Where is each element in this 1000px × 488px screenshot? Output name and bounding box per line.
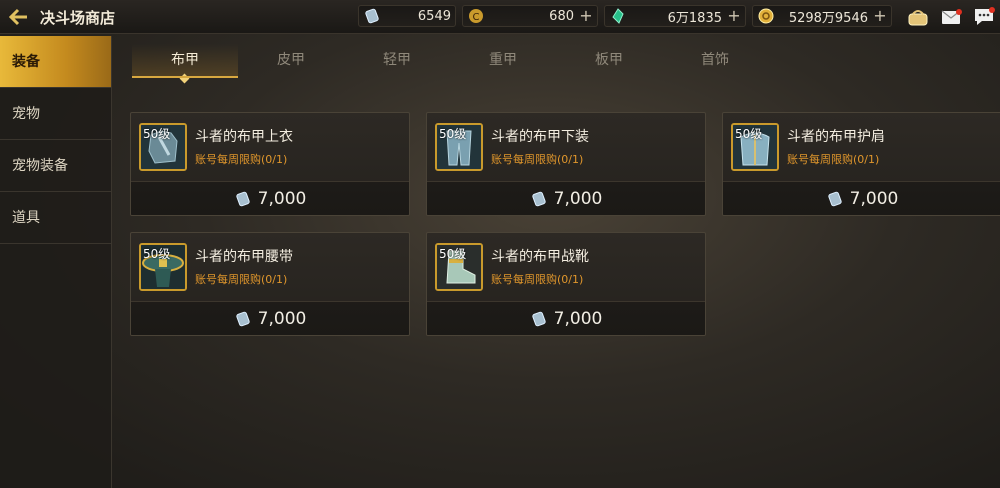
item-name: 斗者的布甲上衣	[195, 129, 293, 145]
treasure-bag-icon	[908, 10, 928, 26]
mail-button[interactable]	[940, 5, 964, 29]
tab-label: 布甲	[171, 52, 199, 68]
crystal-ticket-icon	[530, 310, 548, 328]
add-currency-button[interactable]: +	[726, 8, 742, 24]
bag-button[interactable]	[906, 5, 930, 29]
price-row: 7,000	[131, 181, 409, 215]
shop-item-card[interactable]: 50级 斗者的布甲护肩 账号每周限购(0/1) 7,000	[722, 112, 1000, 216]
cloth-pants-icon: 50级	[435, 123, 483, 171]
price-row: 7,000	[131, 301, 409, 335]
cloth-shoulder-icon: 50级	[731, 123, 779, 171]
crystal-ticket-icon	[234, 310, 252, 328]
item-level: 50级	[143, 127, 171, 141]
add-currency-button[interactable]: +	[872, 8, 888, 24]
sidebar-item-pet-equipment[interactable]: 宠物装备	[0, 140, 111, 192]
item-price: 7,000	[553, 308, 603, 329]
price-row: 7,000	[427, 301, 705, 335]
tab-plate[interactable]: 板甲	[556, 44, 662, 78]
tab-heavy[interactable]: 重甲	[450, 44, 556, 78]
currency-value: 6549	[417, 8, 451, 24]
currency-gold: 5298万9546 +	[752, 5, 892, 27]
gold-coin-c-icon: C	[467, 7, 485, 25]
cloth-top-icon: 50级	[139, 123, 187, 171]
currency-value: 5298万9546	[788, 10, 868, 26]
currency-coin-c: C 680 +	[462, 5, 598, 27]
svg-text:C: C	[473, 12, 480, 23]
purchase-limit: 账号每周限购(0/1)	[491, 153, 584, 166]
price-row: 7,000	[723, 181, 1000, 215]
shop-item-card[interactable]: 50级 斗者的布甲上衣 账号每周限购(0/1) 7,000	[130, 112, 410, 216]
crystal-ticket-icon	[363, 7, 381, 25]
sidebar-item-items[interactable]: 道具	[0, 192, 111, 244]
price-row: 7,000	[427, 181, 705, 215]
item-level: 50级	[439, 247, 467, 261]
mail-icon	[941, 9, 962, 24]
green-gem-icon	[609, 7, 627, 25]
sidebar-item-pets[interactable]: 宠物	[0, 88, 111, 140]
item-name: 斗者的布甲腰带	[195, 249, 293, 265]
purchase-limit: 账号每周限购(0/1)	[787, 153, 880, 166]
sidebar-item-equipment[interactable]: 装备	[0, 36, 111, 88]
currency-value: 680	[549, 8, 574, 24]
currency-crystal-ticket: 6549	[358, 5, 456, 27]
shop-item-card[interactable]: 50级 斗者的布甲下装 账号每周限购(0/1) 7,000	[426, 112, 706, 216]
item-level: 50级	[439, 127, 467, 141]
crystal-ticket-icon	[530, 190, 548, 208]
category-sidebar: 装备 宠物 宠物装备 道具	[0, 36, 112, 488]
purchase-limit: 账号每周限购(0/1)	[491, 273, 584, 286]
item-level: 50级	[735, 127, 763, 141]
shop-item-card[interactable]: 50级 斗者的布甲腰带 账号每周限购(0/1) 7,000	[130, 232, 410, 336]
item-name: 斗者的布甲护肩	[787, 129, 885, 145]
tab-accessory[interactable]: 首饰	[662, 44, 768, 78]
item-level: 50级	[143, 247, 171, 261]
shop-item-card[interactable]: 50级 斗者的布甲战靴 账号每周限购(0/1) 7,000	[426, 232, 706, 336]
item-price: 7,000	[553, 188, 603, 209]
currency-green-gem: 6万1835 +	[604, 5, 746, 27]
crystal-ticket-icon	[826, 190, 844, 208]
item-price: 7,000	[849, 188, 899, 209]
chat-button[interactable]	[972, 5, 996, 29]
gold-coin-icon	[757, 7, 775, 25]
back-button[interactable]	[6, 5, 32, 29]
purchase-limit: 账号每周限购(0/1)	[195, 153, 288, 166]
cloth-belt-icon: 50级	[139, 243, 187, 291]
item-price: 7,000	[257, 308, 307, 329]
item-price: 7,000	[257, 188, 307, 209]
crystal-ticket-icon	[234, 190, 252, 208]
cloth-boots-icon: 50级	[435, 243, 483, 291]
item-name: 斗者的布甲下装	[491, 129, 589, 145]
currency-value: 6万1835	[667, 10, 722, 26]
active-tab-indicator	[179, 73, 190, 84]
tab-light[interactable]: 轻甲	[344, 44, 450, 78]
add-currency-button[interactable]: +	[578, 8, 594, 24]
back-arrow-icon	[9, 8, 27, 26]
armor-type-tabs: 布甲 皮甲 轻甲 重甲 板甲 首饰	[132, 44, 992, 84]
item-name: 斗者的布甲战靴	[491, 249, 589, 265]
tab-leather[interactable]: 皮甲	[238, 44, 344, 78]
purchase-limit: 账号每周限购(0/1)	[195, 273, 288, 286]
top-bar: 决斗场商店 6549 C 680 + 6万1835 + 5298万9546 +	[0, 0, 1000, 34]
tab-cloth[interactable]: 布甲	[132, 44, 238, 84]
page-title: 决斗场商店	[40, 9, 116, 27]
chat-bubble-icon	[975, 7, 995, 25]
